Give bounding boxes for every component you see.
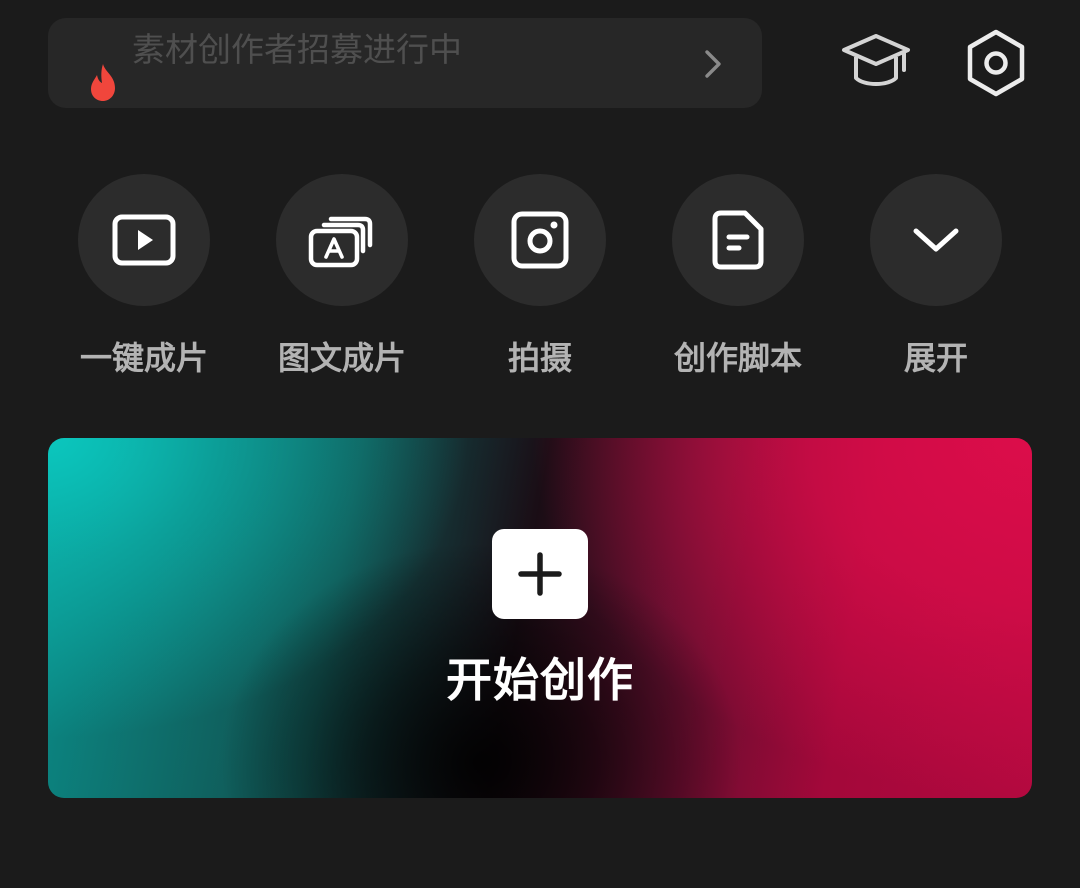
play-window-icon — [112, 214, 176, 266]
start-creating-label: 开始创作 — [446, 653, 634, 707]
action-shoot[interactable]: 拍摄 — [474, 174, 606, 384]
promo-text: 素材创作者招募进行中 — [132, 30, 462, 69]
action-script[interactable]: 创作脚本 — [672, 174, 804, 384]
action-circle — [276, 174, 408, 306]
plus-button[interactable] — [492, 529, 588, 619]
flame-icon — [91, 64, 115, 101]
graduation-cap-icon[interactable] — [840, 30, 912, 96]
action-circle — [78, 174, 210, 306]
chevron-down-icon — [913, 228, 959, 252]
action-one-click-video[interactable]: 一键成片 — [78, 174, 210, 384]
action-label: 一键成片 — [79, 339, 209, 377]
hexagon-gear-icon[interactable] — [964, 28, 1028, 98]
promo-banner[interactable]: 素材创作者招募进行中 — [48, 18, 762, 108]
start-creating-card[interactable]: 开始创作 — [48, 438, 1032, 798]
camera-icon — [511, 211, 569, 269]
action-circle — [672, 174, 804, 306]
action-label: 图文成片 — [277, 339, 407, 377]
chevron-right-icon — [705, 50, 721, 78]
text-layers-icon — [308, 216, 373, 268]
action-circle — [870, 174, 1002, 306]
action-label: 创作脚本 — [673, 339, 803, 377]
action-expand[interactable]: 展开 — [870, 174, 1002, 384]
action-label: 展开 — [903, 339, 969, 377]
action-label: 拍摄 — [507, 339, 573, 377]
action-text-to-video[interactable]: 图文成片 — [276, 174, 408, 384]
plus-icon — [518, 552, 562, 596]
action-circle — [474, 174, 606, 306]
script-document-icon — [712, 210, 764, 270]
